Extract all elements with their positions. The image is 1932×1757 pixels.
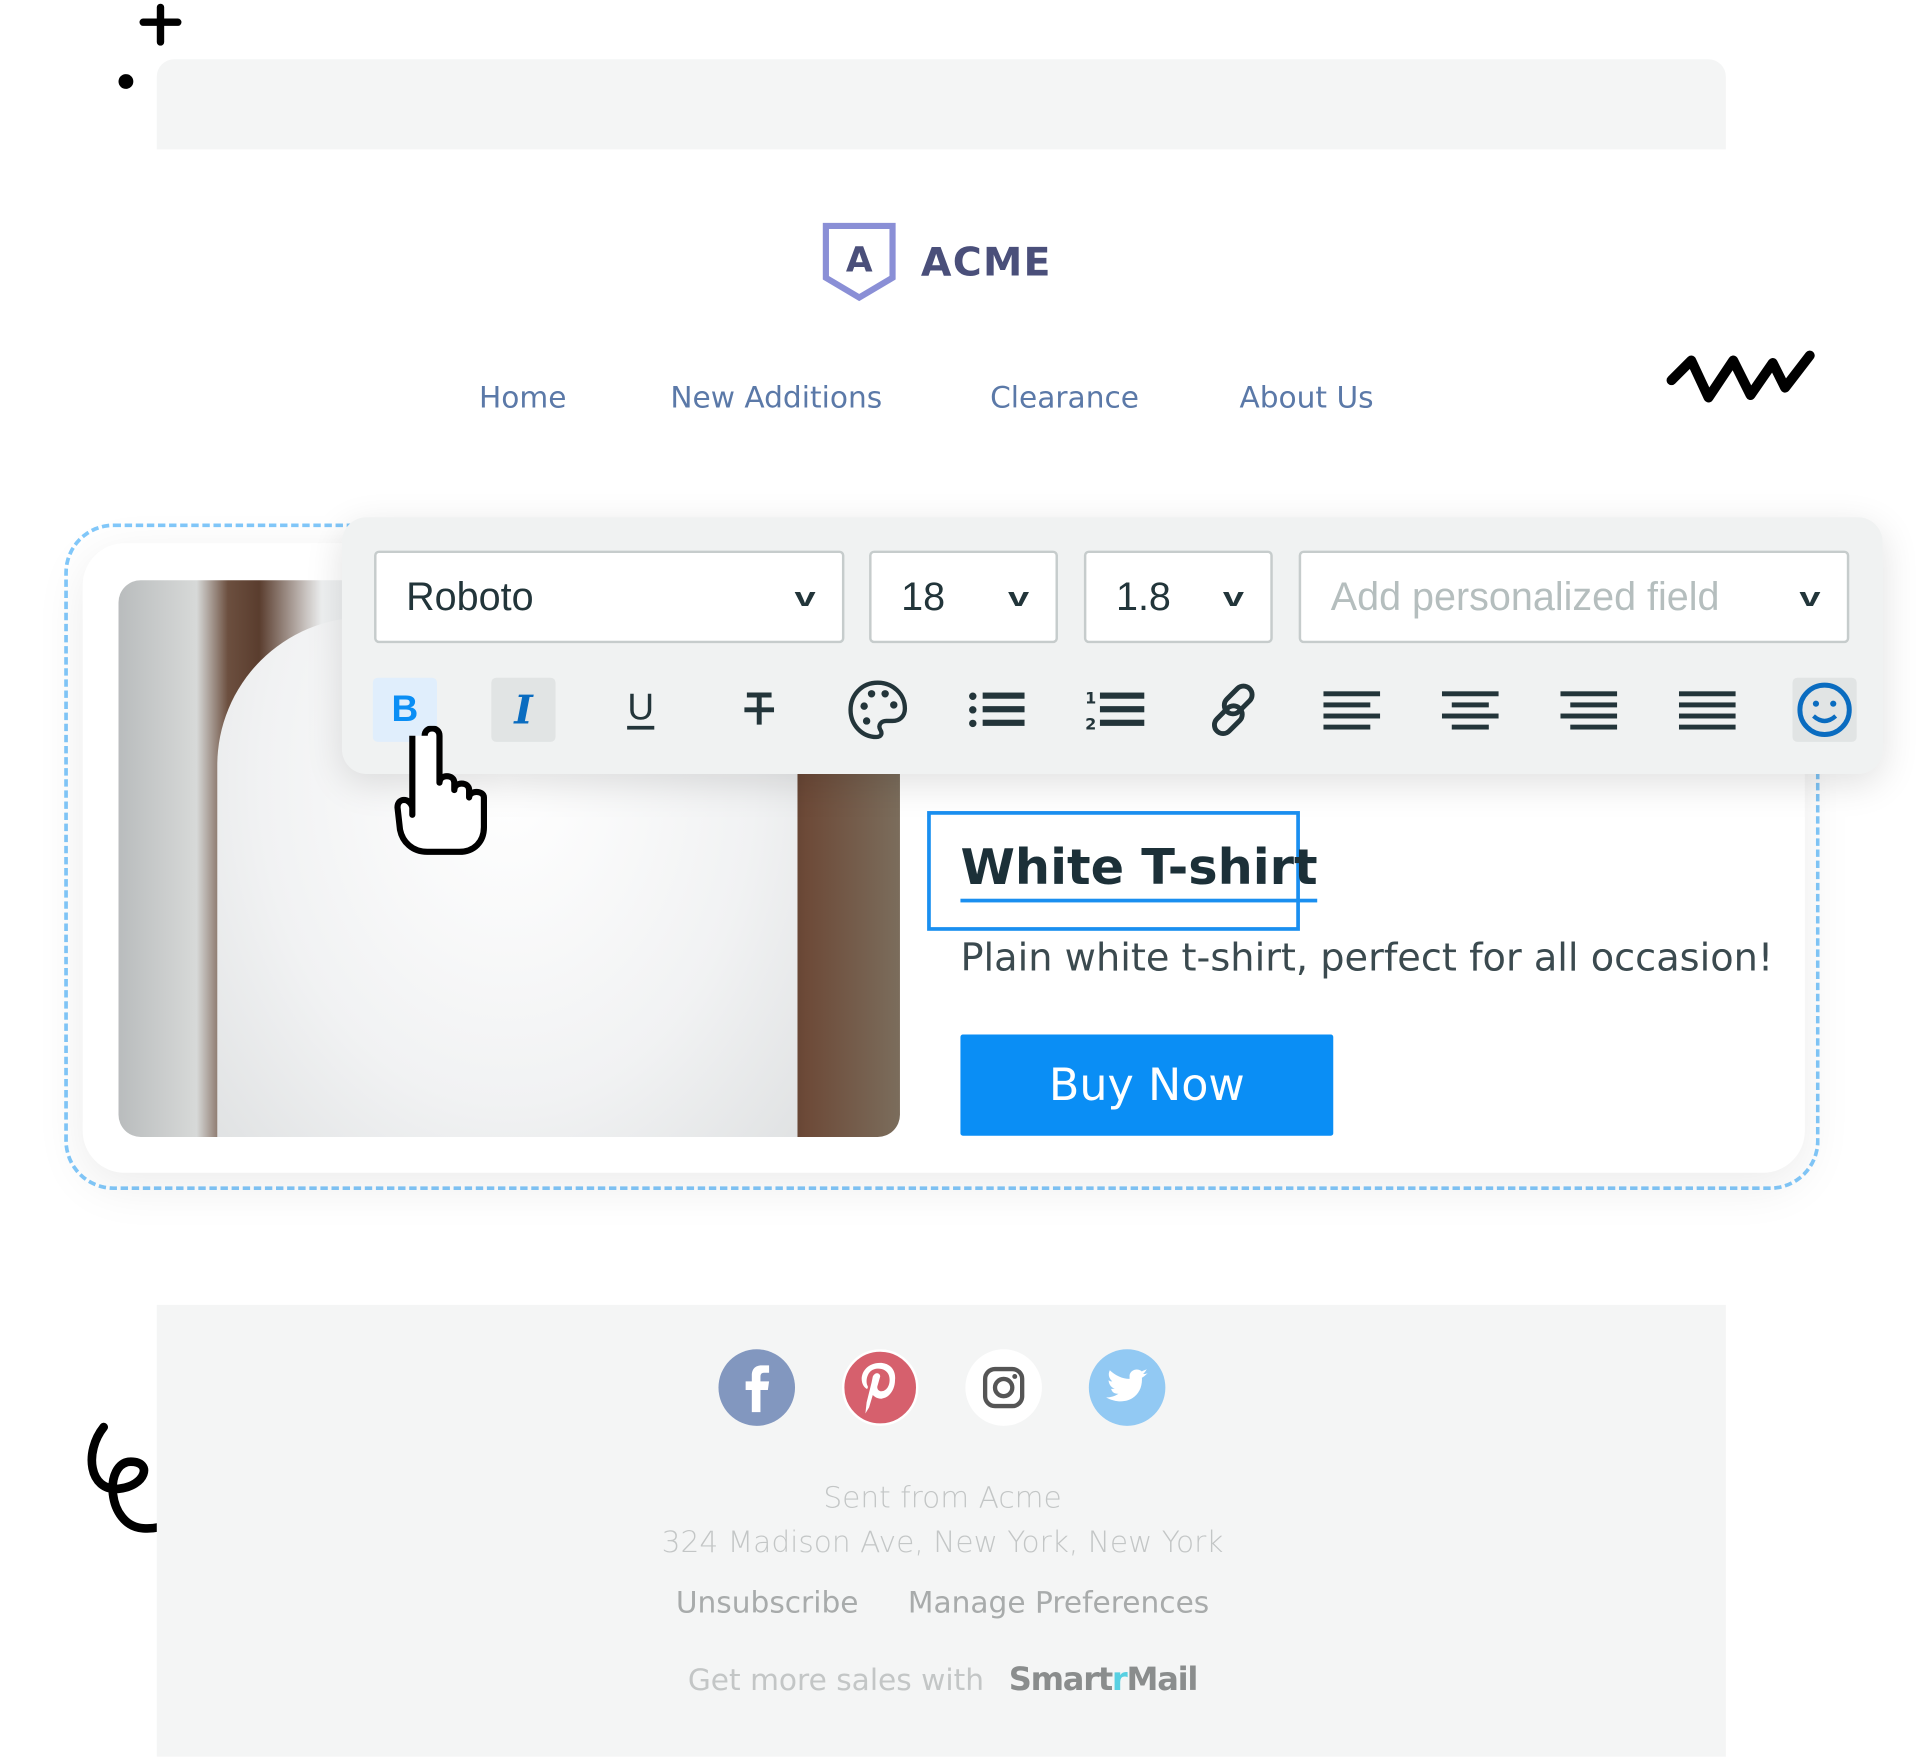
instagram-icon (982, 1366, 1025, 1409)
align-center-button[interactable] (1438, 678, 1502, 742)
buy-now-button[interactable]: Buy Now (960, 1034, 1334, 1136)
address-text: 324 Madison Ave, New York, New York (661, 1524, 1224, 1560)
strikethrough-button[interactable] (727, 678, 791, 742)
font-family-select[interactable]: Roboto v (374, 550, 845, 644)
bold-icon: B (391, 688, 419, 730)
manage-preferences-link[interactable]: Manage Preferences (908, 1585, 1209, 1620)
align-left-icon (1323, 691, 1381, 730)
personalized-field-select[interactable]: Add personalized field v (1298, 550, 1850, 644)
chevron-down-icon: v (1007, 580, 1029, 612)
justify-button[interactable] (1675, 678, 1739, 742)
text-color-button[interactable] (846, 678, 910, 742)
numbered-list-icon: 12 (1085, 689, 1145, 731)
line-height-select[interactable]: 1.8 v (1083, 550, 1273, 644)
facebook-icon (745, 1365, 770, 1413)
italic-icon: I (514, 686, 533, 734)
line-height-value: 1.8 (1115, 574, 1171, 619)
svg-text:A: A (846, 241, 873, 281)
shield-logo-icon: A (822, 222, 896, 302)
link-icon (1211, 683, 1255, 737)
align-left-button[interactable] (1320, 678, 1384, 742)
justify-icon (1678, 691, 1736, 730)
chevron-down-icon: v (1799, 580, 1821, 612)
chevron-down-icon: v (794, 580, 816, 612)
nav-clearance[interactable]: Clearance (990, 380, 1139, 415)
align-right-button[interactable] (1557, 678, 1621, 742)
pinterest-button[interactable] (841, 1349, 919, 1426)
numbered-list-button[interactable]: 12 (1083, 678, 1147, 742)
brand-logo: A ACME (822, 222, 1052, 302)
strikethrough-icon (744, 692, 775, 725)
font-value: Roboto (406, 574, 534, 619)
sent-from-text: Sent from Acme (823, 1480, 1062, 1515)
product-description[interactable]: Plain white t-shirt, perfect for all occ… (960, 936, 1773, 980)
smiley-icon (1797, 682, 1852, 737)
bullet-list-button[interactable] (964, 678, 1028, 742)
palette-icon (848, 680, 908, 740)
italic-button[interactable]: I (491, 677, 556, 742)
nav-new-additions[interactable]: New Additions (670, 380, 882, 415)
underline-button[interactable]: U (609, 678, 673, 742)
hand-pointer-cursor-icon (394, 725, 488, 855)
chevron-down-icon: v (1222, 580, 1244, 612)
font-size-select[interactable]: 18 v (869, 550, 1058, 644)
promo-text: Get more sales with (687, 1662, 985, 1698)
pinterest-icon (861, 1362, 896, 1414)
twitter-button[interactable] (1088, 1349, 1166, 1426)
product-title[interactable]: White T-shirt (960, 837, 1318, 903)
emoji-button[interactable] (1792, 677, 1857, 742)
twitter-icon (1106, 1369, 1149, 1402)
brand-name: ACME (920, 238, 1052, 286)
link-button[interactable] (1201, 678, 1265, 742)
align-center-icon (1441, 691, 1499, 730)
size-value: 18 (901, 574, 946, 619)
underline-icon: U (627, 686, 655, 729)
bullet-list-icon (969, 692, 1025, 728)
email-header-bar (156, 59, 1726, 150)
nav-about-us[interactable]: About Us (1239, 380, 1373, 415)
text-format-toolbar: Roboto v 18 v 1.8 v Add personalized field v… (341, 517, 1883, 775)
instagram-button[interactable] (965, 1349, 1042, 1426)
smartrmail-logo[interactable]: SmartrMail (1009, 1662, 1199, 1699)
personalized-placeholder: Add personalized field (1330, 574, 1720, 619)
squiggle-decoration-icon (1666, 350, 1815, 403)
unsubscribe-link[interactable]: Unsubscribe (676, 1585, 859, 1620)
facebook-button[interactable] (718, 1349, 796, 1426)
svg-text:1: 1 (1085, 689, 1096, 708)
svg-text:2: 2 (1085, 715, 1096, 731)
nav-home[interactable]: Home (479, 380, 566, 415)
align-right-icon (1560, 691, 1618, 730)
